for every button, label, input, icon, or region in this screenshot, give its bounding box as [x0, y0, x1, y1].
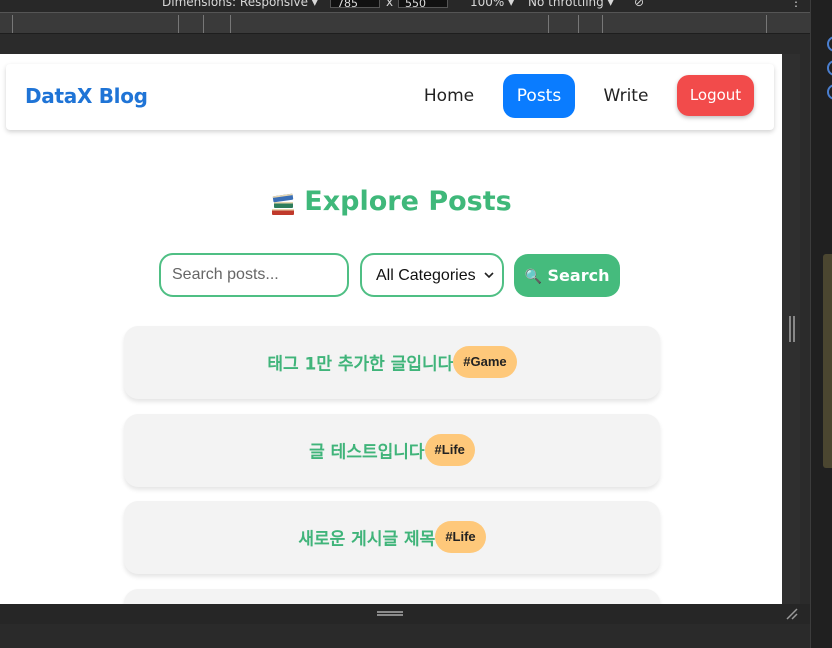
post-title[interactable]: 새로운 게시글 제목 [298, 530, 435, 550]
resize-grip-icon[interactable] [789, 316, 795, 342]
throttling-label: No throttling [528, 0, 604, 9]
corner-resize-icon[interactable] [786, 608, 798, 620]
devtools-toolbar: Dimensions: Responsive ▾ 785 x 550 100% … [0, 0, 832, 12]
navbar: DataX Blog Home Posts Write Logout [6, 64, 774, 130]
category-select-value: All Categories [376, 267, 476, 284]
post-card[interactable]: 글 테스트입니다 #Life [124, 414, 660, 487]
devtools-strip [0, 34, 832, 54]
search-button[interactable]: 🔍 Search [514, 254, 620, 297]
viewport-bottom-resize[interactable] [0, 604, 810, 624]
more-options-icon[interactable]: ⋮ [790, 0, 802, 9]
search-button-label: Search [547, 266, 610, 285]
indicator-icon [827, 36, 832, 52]
ruler-tick [203, 15, 204, 33]
brand-logo[interactable]: DataX Blog [25, 84, 148, 108]
zoom-dropdown[interactable]: 100% ▾ [470, 0, 514, 9]
chevron-down-icon [484, 272, 494, 279]
nav-write-link[interactable]: Write [591, 74, 661, 118]
category-select[interactable]: All Categories [360, 253, 504, 297]
rotate-icon[interactable]: ⊘ [634, 0, 644, 9]
post-title[interactable]: 태그 1만 추가한 글입니다 [267, 355, 453, 375]
ruler-tick [178, 15, 179, 33]
resize-grip-icon[interactable] [377, 611, 403, 616]
indicator-icon [827, 84, 832, 100]
nav-home-link[interactable]: Home [412, 74, 486, 118]
page-title: Explore Posts [0, 186, 782, 217]
post-card[interactable]: 태그 1만 추가한 글입니다 #Game [124, 326, 660, 399]
page-viewport: DataX Blog Home Posts Write Logout Explo… [0, 54, 782, 604]
throttling-dropdown[interactable]: No throttling ▾ [528, 0, 614, 9]
logout-button[interactable]: Logout [677, 75, 754, 116]
height-input[interactable]: 550 [398, 0, 448, 10]
dimensions-label: Dimensions: Responsive [162, 0, 308, 9]
ruler-tick [578, 15, 579, 33]
width-input[interactable]: 785 [330, 0, 380, 10]
devtools-side-panel [810, 0, 832, 648]
indicator-icon [827, 60, 832, 76]
dimensions-dropdown[interactable]: Dimensions: Responsive ▾ [162, 0, 318, 9]
ruler-tick [230, 15, 231, 33]
books-icon [272, 193, 295, 215]
post-card[interactable]: 새로운 게시글 제목 #Life [124, 501, 660, 574]
ruler-tick [12, 15, 13, 33]
ruler-tick [766, 15, 767, 33]
devtools-footer [0, 624, 810, 648]
ruler-tick [548, 15, 549, 33]
post-tag: #Life [424, 434, 475, 466]
ruler-tick [602, 15, 603, 33]
post-tag: #Game [453, 346, 517, 378]
side-panel-content [823, 254, 832, 468]
post-card-partial[interactable] [124, 589, 660, 604]
page-title-text: Explore Posts [304, 186, 512, 217]
nav-posts-link[interactable]: Posts [503, 74, 575, 118]
zoom-label: 100% [470, 0, 505, 9]
post-tag: #Life [435, 521, 486, 553]
dimensions-separator: x [386, 0, 394, 9]
search-input[interactable] [159, 253, 349, 297]
magnifier-icon: 🔍 [524, 269, 542, 285]
post-title[interactable]: 글 테스트입니다 [309, 443, 424, 463]
media-query-ruler[interactable] [0, 12, 832, 34]
